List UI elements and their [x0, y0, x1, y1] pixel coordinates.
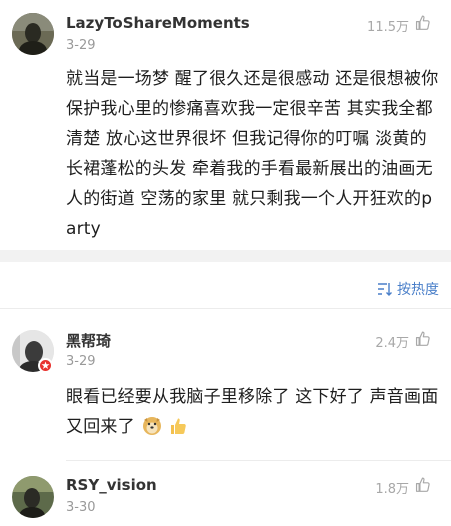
divider [0, 308, 451, 309]
comment-text: 眼看已经要从我脑子里移除了 这下好了 声音画面又回来了 [66, 382, 442, 442]
comment-text-content: 眼看已经要从我脑子里移除了 这下好了 声音画面又回来了 [66, 387, 439, 437]
comment-date: 3-29 [66, 354, 96, 369]
sort-button[interactable]: 按热度 [377, 279, 439, 299]
sort-label: 按热度 [397, 282, 439, 298]
comment-item: LazyToShareMoments 3-29 11.5万 就当是一场梦 醒了很… [0, 0, 451, 250]
verified-badge-icon [38, 358, 53, 373]
like-count: 1.8万 [375, 482, 409, 497]
comment-date: 3-29 [66, 38, 96, 53]
comment-username[interactable]: 黑帮琦 [66, 330, 111, 351]
comment-item: RSY_vision 3-30 1.8万 [0, 462, 451, 526]
thumbs-up-icon[interactable] [414, 476, 431, 493]
comment-date: 3-30 [66, 500, 96, 515]
comment-username[interactable]: RSY_vision [66, 476, 157, 494]
avatar[interactable] [12, 476, 54, 518]
doge-emoji-icon [142, 416, 162, 436]
avatar[interactable] [12, 13, 54, 55]
thumbs-up-emoji-icon [168, 416, 188, 436]
comment-text: 就当是一场梦 醒了很久还是很感动 还是很想被你保护我心里的惨痛喜欢我一定很辛苦 … [66, 69, 439, 239]
avatar-image [12, 476, 54, 518]
comment-username[interactable]: LazyToShareMoments [66, 14, 250, 32]
sort-icon [378, 283, 392, 296]
thumbs-up-icon[interactable] [414, 330, 431, 347]
like-count: 11.5万 [367, 20, 409, 35]
thumbs-up-icon[interactable] [414, 14, 431, 31]
avatar-image [12, 13, 54, 55]
comment-item: 黑帮琦 3-29 2.4万 眼看已经要从我脑子里移除了 这下好了 声音画面又回来… [0, 310, 451, 460]
divider [66, 460, 451, 461]
section-divider [0, 250, 451, 262]
like-count: 2.4万 [375, 336, 409, 351]
